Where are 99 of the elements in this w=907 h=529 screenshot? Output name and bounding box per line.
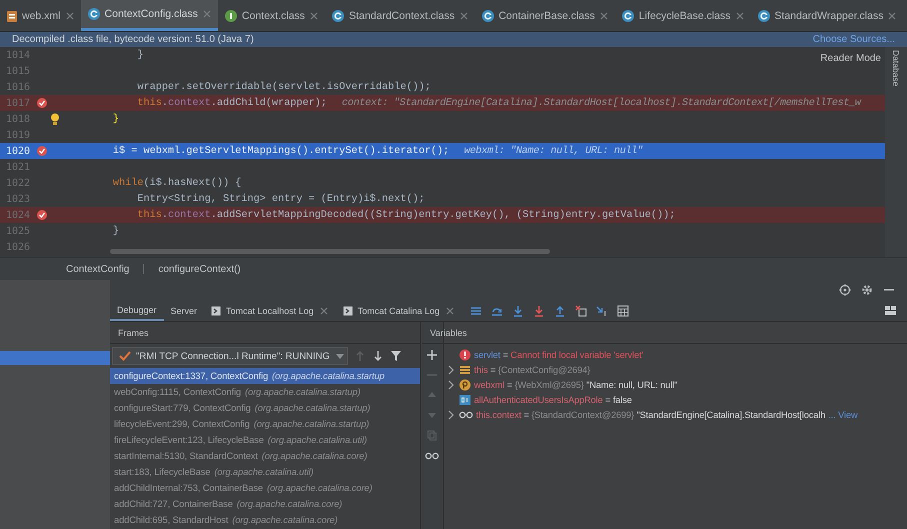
list-icon[interactable] [470,304,482,316]
frames-header: Frames [110,322,420,344]
code-text: this.context.addChild(wrapper); [136,98,327,108]
code-text: i$ = webxml.getServletMappings().entrySet().iterator(); [112,146,450,156]
line-number: 1024 [5,210,32,220]
stack-frame[interactable]: webConfig:1115, ContextConfig (org.apache.catalina.startup) [110,384,420,400]
drop-frame-icon[interactable] [574,304,587,316]
code-text: } [136,50,144,60]
variable-entry[interactable]: this = {ContextConfig@2694} [474,364,590,374]
checkmark-icon [119,350,131,362]
close-icon [734,10,745,20]
up-arrow-icon [354,350,366,362]
code-text: this.context.addServletMappingDecoded((String)entry.getKey(), (String)entry.getValue()); [136,210,676,220]
copy-icon [427,430,437,441]
calculator-icon[interactable] [616,304,629,316]
variable-entry[interactable]: allAuthenticatedUsersIsAppRole = false [474,394,632,404]
parameter-icon [459,378,471,390]
line-number: 1017 [5,98,32,108]
debug-tab[interactable]: Server [164,300,204,321]
move-up-icon [427,390,437,400]
move-down-icon [427,410,437,420]
layout-icon [884,304,897,317]
breadcrumb-item[interactable]: ContextConfig [66,264,130,274]
field-icon [459,394,471,406]
inline-value-hint: webxml: "Name: null, URL: null" [463,146,643,156]
editor-tab[interactable]: ContainerBase.class [474,0,615,31]
debug-tab[interactable]: Tomcat Localhost Log [204,300,336,321]
error-icon [459,348,471,360]
variable-entry[interactable]: servlet = Cannot find local variable 'servlet' [474,350,644,360]
stack-lines-icon [459,364,471,376]
close-icon [458,10,469,20]
editor-tab[interactable]: LifecycleBase.class [614,0,751,31]
stack-frame[interactable]: lifecycleEvent:299, ContextConfig (org.apache.catalina.startup) [110,416,420,432]
interface-file-icon [224,8,238,22]
code-text: } [112,226,120,236]
class-file-icon [86,7,101,21]
notice-text: Decompiled .class file, bytecode version: 51.0 (Java 7) [12,34,254,45]
code-text: } [112,114,120,124]
breakpoint-icon[interactable] [36,209,48,221]
class-file-icon [620,8,635,22]
variable-entry[interactable]: webxml = {WebXml@2695} "Name: null, URL: null" [474,380,678,390]
console-icon [211,306,222,316]
expand-chevron-icon[interactable] [447,364,455,374]
editor-tab[interactable]: web.xml [0,0,81,31]
stack-frame[interactable]: startInternal:5130, StandardContext (org.apache.catalina.core) [110,448,420,464]
class-file-icon [480,8,495,22]
reader-mode-link[interactable]: Reader Mode [820,53,881,64]
lightbulb-icon[interactable] [50,113,60,125]
step-out-icon[interactable] [554,304,566,316]
editor-tab[interactable]: ContextConfig.class [80,0,218,31]
stack-frame[interactable]: configureStart:779, ContextConfig (org.apache.catalina.startup) [110,400,420,416]
close-icon [318,306,329,316]
class-file-icon [330,8,345,22]
inline-value-hint: context: "StandardEngine[Catalina].StandardHost[localhost].StandardContext[/memshellTest_w [340,98,861,108]
stack-frame[interactable]: addChild:695, StandardHost (org.apache.catalina.core) [110,512,420,528]
code-text: while(i$.hasNext()) { [112,178,242,188]
run-to-cursor-icon[interactable] [596,304,608,316]
stack-frame[interactable]: start:183, LifecycleBase (org.apache.catalina.util) [110,464,420,480]
debug-tab[interactable]: Tomcat Catalina Log [336,300,462,321]
stack-frame[interactable]: configureContext:1337, ContextConfig (org.apache.catalina.startup [110,368,420,384]
class-file-icon [756,8,771,22]
editor-tab[interactable]: StandardWrapper.class [750,0,904,31]
force-step-into-icon[interactable] [532,304,545,316]
filter-icon [390,350,402,362]
close-icon [202,9,212,19]
horizontal-scrollbar[interactable] [110,249,550,254]
close-icon [887,10,898,20]
code-text: Entry<String, String> entry = (Entry)i$.next(); [136,194,425,204]
variables-header: Variables [422,322,907,344]
view-link[interactable]: ... View [828,410,858,420]
breakpoint-icon[interactable] [36,145,48,157]
thread-dropdown[interactable]: "RMI TCP Connection...l Runtime": RUNNING [112,347,348,365]
editor-tab[interactable]: StandardContext.class [324,0,475,31]
glasses-icon [425,451,439,461]
expand-chevron-icon[interactable] [447,410,455,420]
line-number: 1020 [5,146,32,156]
add-icon [427,350,437,360]
close-icon [308,10,319,20]
breadcrumb-item[interactable]: configureContext() [158,264,241,274]
xml-file-icon [6,8,18,22]
down-arrow-icon [372,350,384,362]
stack-frame[interactable]: addChildInternal:753, ContainerBase (org.apache.catalina.core) [110,480,420,496]
variable-entry[interactable]: this.context = {StandardContext@2699} "StandardEngine[Catalina].StandardHost[localh [476,410,826,420]
target-icon [839,284,851,296]
close-icon [64,10,75,20]
choose-sources-link[interactable]: Choose Sources... [812,34,895,45]
editor-tab[interactable]: Context.class [218,0,325,31]
stack-frame[interactable]: addChild:727, ContainerBase (org.apache.catalina.core) [110,496,420,512]
settings-icon [861,284,873,296]
step-into-icon[interactable] [512,304,524,316]
close-icon [444,306,455,316]
stack-frame[interactable]: fireLifecycleEvent:123, LifecycleBase (org.apache.catalina.util) [110,432,420,448]
database-tool-tab[interactable]: Database [891,47,901,90]
console-icon [342,306,353,316]
caret-icon [334,352,345,360]
code-text: wrapper.setOverridable(servlet.isOverridable()); [136,82,431,92]
close-icon [598,10,609,20]
breakpoint-icon[interactable] [36,97,48,109]
expand-chevron-icon[interactable] [447,380,455,390]
